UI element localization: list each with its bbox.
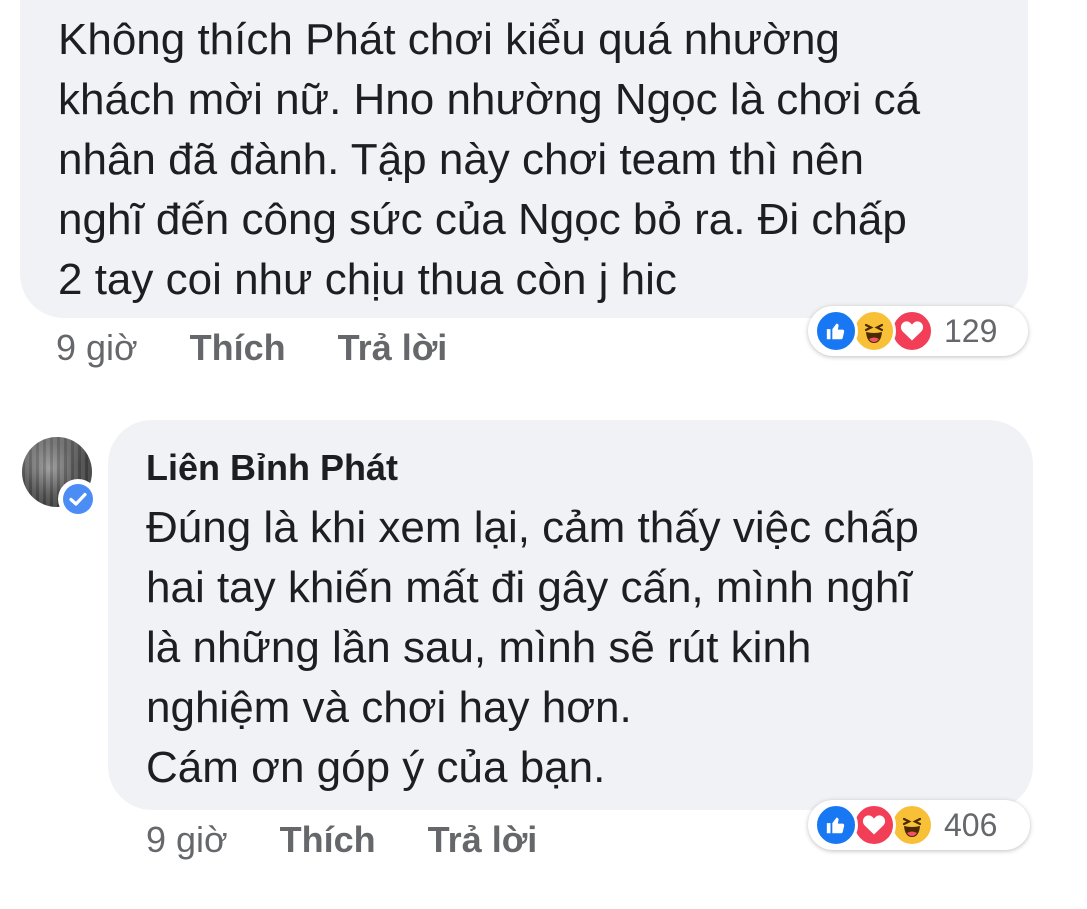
reaction-count: 406 — [944, 806, 998, 843]
reactions-summary[interactable]: 406 — [808, 800, 1030, 850]
reactions-summary[interactable]: 129 — [808, 306, 1028, 356]
comment-actions: 9 giờ Thích Trả lời — [56, 323, 499, 373]
reply-button[interactable]: Trả lời — [338, 327, 448, 369]
reply-button[interactable]: Trả lời — [428, 819, 538, 861]
author-name[interactable]: Liên Bỉnh Phát — [146, 446, 1033, 490]
verified-badge-icon — [58, 479, 98, 519]
love-icon — [890, 309, 934, 353]
comment-bubble: Không thích Phát chơi kiểu quá nhường kh… — [20, 0, 1028, 318]
haha-icon — [852, 309, 896, 353]
reaction-count: 129 — [944, 312, 998, 349]
like-button[interactable]: Thích — [190, 327, 286, 369]
comment-text: Đúng là khi xem lại, cảm thấy việc chấp … — [146, 503, 919, 792]
like-icon — [814, 309, 858, 353]
like-icon — [814, 803, 858, 847]
reply-bubble: Liên Bỉnh Phát Đúng là khi xem lại, cảm … — [108, 420, 1033, 810]
comment-text: Không thích Phát chơi kiểu quá nhường kh… — [58, 15, 921, 304]
comment-actions: 9 giờ Thích Trả lời — [146, 815, 589, 865]
love-icon — [852, 803, 896, 847]
haha-icon — [890, 803, 934, 847]
like-button[interactable]: Thích — [280, 819, 376, 861]
comment-timestamp[interactable]: 9 giờ — [56, 327, 138, 369]
comment-timestamp[interactable]: 9 giờ — [146, 819, 228, 861]
